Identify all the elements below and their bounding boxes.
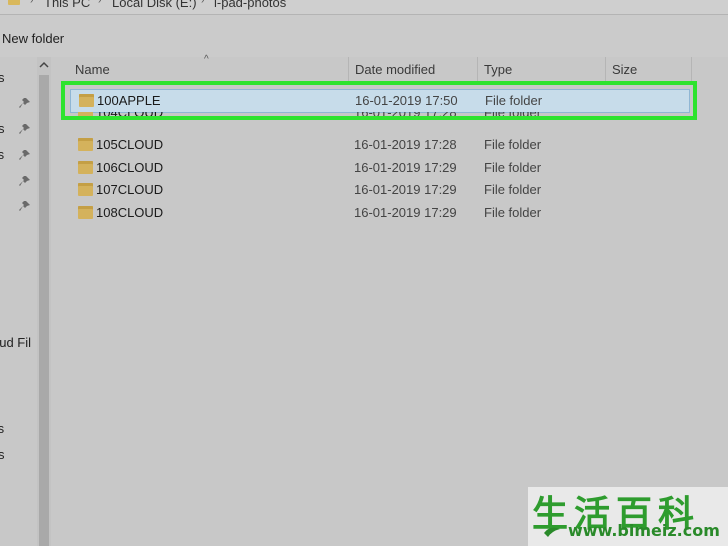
file-date-modified: 16-01-2019 17:29: [354, 205, 457, 220]
breadcrumb-separator: ›: [30, 0, 34, 6]
scrollbar-thumb[interactable]: [39, 75, 49, 546]
file-row[interactable]: 108CLOUD 16-01-2019 17:29 File folder: [70, 202, 688, 224]
file-date-modified: 16-01-2019 17:29: [354, 182, 457, 197]
pin-icon: [19, 98, 30, 108]
watermark-url: www.bimeiz.com: [568, 521, 720, 540]
breadcrumb-separator: ›: [98, 0, 102, 6]
column-divider[interactable]: [348, 57, 349, 83]
column-header-name[interactable]: Name: [75, 62, 110, 77]
folder-icon: [8, 0, 20, 5]
file-row[interactable]: 107CLOUD 16-01-2019 17:29 File folder: [70, 179, 688, 201]
pin-icon: [19, 201, 30, 211]
file-name: 107CLOUD: [96, 182, 164, 197]
file-type: File folder: [484, 182, 542, 197]
file-type: File folder: [484, 205, 542, 220]
nav-item-label[interactable]: oud Fil: [0, 335, 31, 350]
nav-item-label[interactable]: s: [0, 121, 5, 136]
file-type: File folder: [484, 160, 542, 175]
bird-logo-icon: [544, 527, 560, 537]
nav-item-label[interactable]: s: [0, 70, 5, 85]
file-name: 106CLOUD: [96, 160, 164, 175]
breadcrumb-local-disk[interactable]: Local Disk (E:): [112, 0, 197, 10]
column-header-type[interactable]: Type: [484, 62, 512, 77]
nav-item-label[interactable]: ts: [0, 421, 4, 436]
breadcrumb-i-pad-photos[interactable]: i-pad-photos: [214, 0, 286, 10]
scroll-up-arrow-icon[interactable]: [37, 57, 51, 73]
nav-item-label[interactable]: ts: [0, 147, 4, 162]
folder-icon: [78, 161, 93, 174]
column-header-size[interactable]: Size: [612, 62, 637, 77]
nav-item-label[interactable]: s: [0, 447, 5, 462]
nav-pane-scrollbar[interactable]: [37, 57, 51, 546]
navigation-pane: s s ts oud Fil ts s: [0, 57, 37, 546]
breadcrumb-separator: ›: [201, 0, 205, 6]
pin-icon: [19, 176, 30, 186]
sort-ascending-icon: ^: [204, 54, 209, 65]
folder-icon: [78, 206, 93, 219]
file-name: 105CLOUD: [96, 137, 164, 152]
folder-icon: [78, 183, 93, 196]
watermark: 生活百科 www.bimeiz.com: [528, 487, 728, 546]
file-row[interactable]: 105CLOUD 16-01-2019 17:28 File folder: [70, 134, 688, 156]
pin-icon: [19, 124, 30, 134]
pin-icon: [19, 150, 30, 160]
column-divider[interactable]: [691, 57, 692, 83]
command-bar: New folder: [0, 15, 728, 57]
file-row[interactable]: 106CLOUD 16-01-2019 17:29 File folder: [70, 157, 688, 179]
file-name: 108CLOUD: [96, 205, 164, 220]
file-list: ^ Name Date modified Type Size 100APPLE …: [52, 54, 728, 546]
file-date-modified: 16-01-2019 17:29: [354, 160, 457, 175]
address-bar[interactable]: › This PC › Local Disk (E:) › i-pad-phot…: [0, 0, 728, 15]
column-divider[interactable]: [605, 57, 606, 83]
file-type: File folder: [484, 137, 542, 152]
highlight-box: [61, 81, 697, 120]
breadcrumb-this-pc[interactable]: This PC: [44, 0, 90, 10]
file-date-modified: 16-01-2019 17:28: [354, 137, 457, 152]
column-header-date-modified[interactable]: Date modified: [355, 62, 435, 77]
column-divider[interactable]: [477, 57, 478, 83]
new-folder-button[interactable]: New folder: [2, 31, 64, 46]
folder-icon: [78, 138, 93, 151]
